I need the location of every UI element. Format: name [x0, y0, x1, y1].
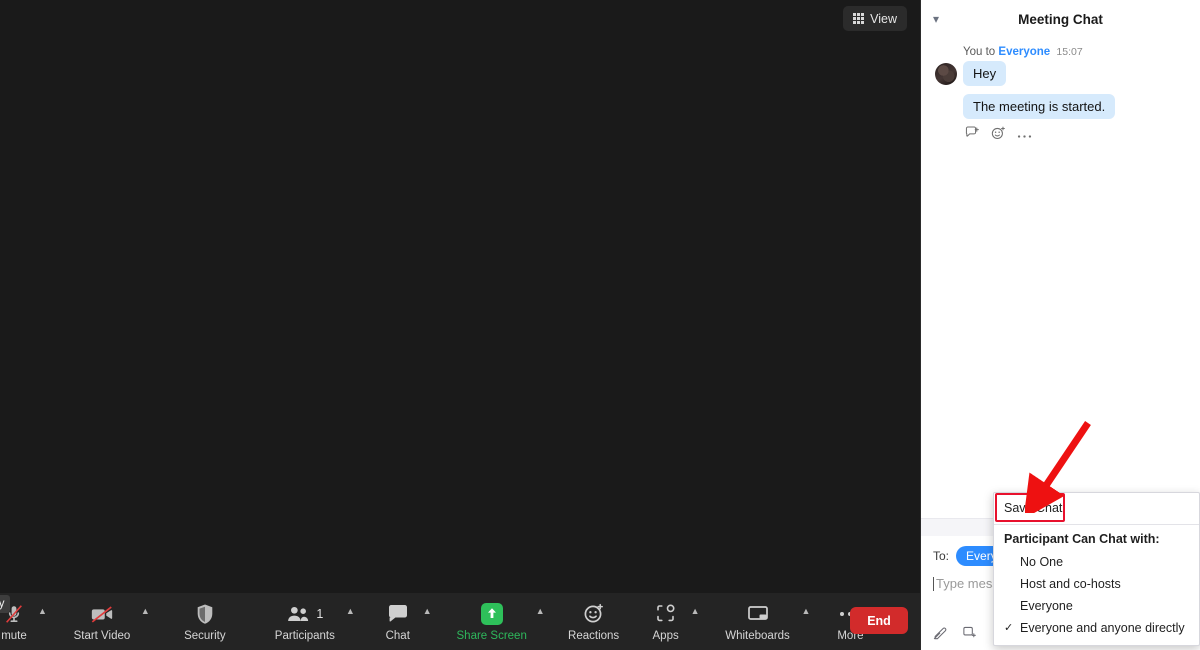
menu-item-no-one[interactable]: No One [994, 551, 1199, 573]
toolbar-item-apps[interactable]: Apps [643, 596, 689, 647]
share-options-caret-wrap[interactable]: ▲ [534, 596, 547, 647]
more-options-icon[interactable] [1017, 128, 1032, 141]
menu-separator [994, 524, 1199, 525]
message-meta: You to Everyone 15:07 [963, 46, 1186, 58]
chevron-up-icon[interactable]: ▲ [36, 602, 49, 620]
toolbar-item-mute[interactable]: mute [0, 596, 36, 647]
people-icon [288, 606, 309, 621]
video-options-caret-wrap[interactable]: ▲ [139, 596, 152, 647]
chat-options-context-menu: Save Chat Participant Can Chat with: No … [993, 492, 1200, 646]
toolbar-label-security: Security [184, 629, 226, 642]
toolbar-item-security[interactable]: Security [174, 596, 236, 647]
checkmark-icon: ✓ [1004, 622, 1014, 634]
chevron-up-icon[interactable]: ▲ [139, 602, 152, 620]
chevron-up-icon[interactable]: ▲ [800, 602, 813, 620]
end-meeting-button[interactable]: End [850, 607, 908, 634]
toolbar-item-share-screen[interactable]: Share Screen [450, 596, 534, 647]
video-camera-muted-icon [90, 602, 114, 626]
view-button-label: View [870, 11, 897, 26]
toolbar-item-whiteboards[interactable]: Whiteboards [716, 596, 800, 647]
menu-item-everyone[interactable]: Everyone [994, 595, 1199, 617]
whiteboard-icon [746, 602, 770, 626]
reply-icon[interactable] [965, 126, 980, 142]
message-timestamp: 15:07 [1056, 46, 1083, 58]
apps-icon [655, 602, 677, 626]
toolbar-item-reactions[interactable]: Reactions [561, 596, 627, 647]
menu-group-title: Participant Can Chat with: [1004, 532, 1160, 546]
menu-item-label: No One [1020, 555, 1064, 569]
chevron-up-icon[interactable]: ▲ [689, 602, 702, 620]
menu-item-label: Host and co-hosts [1020, 577, 1121, 591]
toolbar-item-chat[interactable]: Chat [375, 596, 421, 647]
chevron-up-icon[interactable]: ▲ [421, 602, 434, 620]
message-recipient: Everyone [998, 46, 1051, 58]
avatar [935, 63, 957, 85]
chat-to-label: To: [933, 549, 950, 563]
menu-item-host-and-cohosts[interactable]: Host and co-hosts [994, 573, 1199, 595]
toolbar-label-reactions: Reactions [568, 629, 620, 642]
microphone-muted-icon [3, 602, 25, 626]
menu-item-label: Everyone and anyone directly [1020, 621, 1185, 635]
toolbar-label-chat: Chat [385, 629, 410, 642]
video-stage: View vely mute ▲ [0, 0, 920, 650]
smiley-reaction-icon [583, 602, 605, 626]
toolbar-label-whiteboards: Whiteboards [725, 629, 790, 642]
toolbar-item-participants[interactable]: 1 Participants [266, 596, 344, 647]
screenshot-icon[interactable] [962, 625, 977, 642]
toolbar-label-start-video: Start Video [73, 629, 131, 642]
shield-icon [195, 602, 215, 626]
whiteboards-options-caret-wrap[interactable]: ▲ [800, 596, 813, 647]
emoji-reaction-icon[interactable] [991, 126, 1006, 142]
zoom-meeting-window: View vely mute ▲ [0, 0, 1200, 650]
mute-options-caret-wrap[interactable]: ▲ [36, 596, 49, 647]
chat-options-caret-wrap[interactable]: ▲ [421, 596, 434, 647]
chat-message-list: You to Everyone 15:07 Hey The meeting is… [921, 38, 1200, 142]
chevron-up-icon[interactable]: ▲ [534, 602, 547, 620]
participants-count-badge: 1 [316, 606, 324, 621]
apps-options-caret-wrap[interactable]: ▲ [689, 596, 702, 647]
chat-panel-header: ▾ Meeting Chat [921, 0, 1200, 38]
toolbar-item-start-video[interactable]: Start Video [65, 596, 139, 647]
format-text-icon[interactable] [933, 625, 948, 642]
chat-message-item: Hey The meeting is started. [935, 61, 1186, 119]
grid-icon [853, 13, 865, 24]
video-canvas [0, 0, 920, 595]
message-bubble: The meeting is started. [963, 94, 1116, 119]
menu-item-label: Everyone [1020, 599, 1073, 613]
toolbar-label-mute: mute [1, 629, 27, 642]
view-button[interactable]: View [843, 6, 907, 31]
menu-item-save-chat[interactable]: Save Chat [994, 497, 1199, 519]
participants-options-caret-wrap[interactable]: ▲ [344, 596, 357, 647]
meeting-toolbar: vely mute ▲ [0, 593, 920, 650]
share-screen-up-arrow-icon [480, 602, 503, 626]
message-sender-prefix: You to [963, 46, 996, 58]
speech-bubble-icon [387, 602, 409, 626]
participants-icon-group: 1 [286, 602, 323, 626]
chat-panel-title: Meeting Chat [1018, 11, 1103, 27]
message-bubble: Hey [963, 61, 1007, 86]
toolbar-label-participants: Participants [274, 629, 335, 642]
menu-item-everyone-and-anyone-directly[interactable]: ✓ Everyone and anyone directly [994, 617, 1199, 639]
toolbar-label-apps: Apps [652, 629, 679, 642]
chevron-up-icon[interactable]: ▲ [344, 602, 357, 620]
message-action-row [965, 126, 1186, 142]
toolbar-label-share-screen: Share Screen [456, 629, 527, 642]
chevron-down-icon[interactable]: ▾ [933, 12, 939, 26]
